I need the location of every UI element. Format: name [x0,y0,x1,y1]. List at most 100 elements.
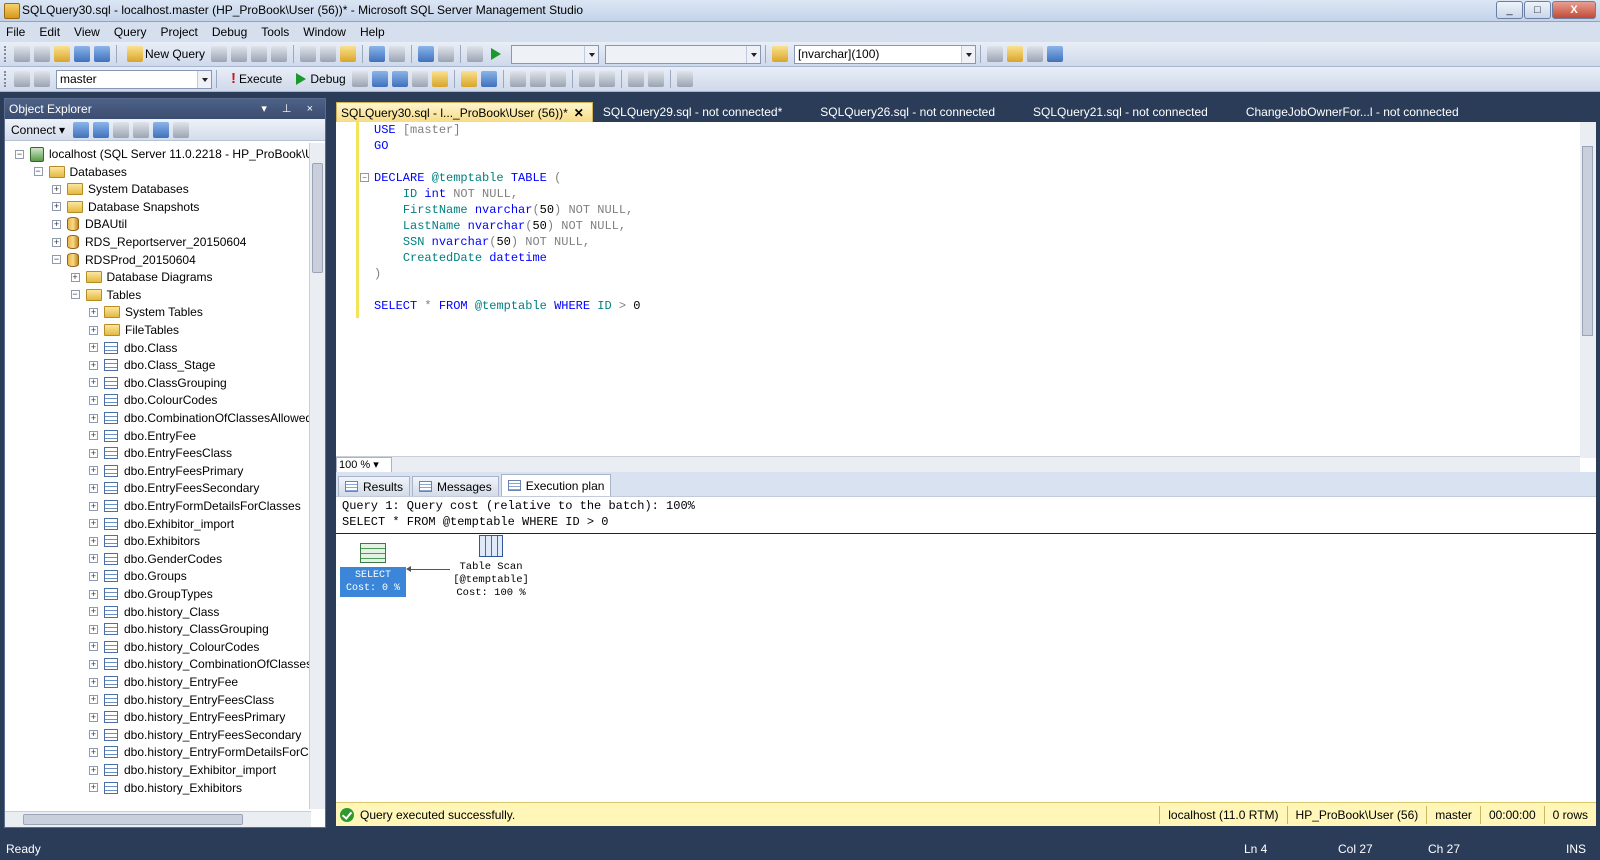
include-actual-plan-icon[interactable] [460,71,477,87]
expand-icon[interactable]: + [89,536,98,546]
expand-icon[interactable]: + [89,554,98,564]
sql-editor[interactable]: − USE [master] GO DECLARE @temptable TAB… [336,122,1596,473]
query-designer-icon[interactable] [411,71,428,87]
expand-icon[interactable]: + [89,431,98,441]
collapse-icon[interactable]: − [52,255,61,265]
debug-button[interactable]: Debug [290,71,346,87]
tree-node[interactable]: + dbo.Exhibitors [89,532,200,550]
connect-dropdown[interactable]: Connect ▾ [11,123,65,137]
panel-pin-close-buttons[interactable]: ▾ ⊥ × [261,102,319,115]
tree-node[interactable]: − RDSProd_20150604 [52,251,196,269]
tree-node[interactable]: + System Databases [52,180,189,198]
expand-icon[interactable]: + [70,272,80,282]
comment-out-icon[interactable] [578,71,595,87]
expand-icon[interactable]: + [89,448,98,458]
tree-node[interactable]: + dbo.EntryFee [89,427,196,445]
menu-debug[interactable]: Debug [212,25,247,39]
increase-indent-icon[interactable] [647,71,664,87]
copy-icon[interactable] [320,46,337,62]
minimize-button[interactable]: _ [1496,1,1523,19]
tab-results[interactable]: Results [338,476,411,496]
toolbar-grip[interactable] [4,71,8,87]
menu-view[interactable]: View [74,25,100,39]
save-all-icon[interactable] [94,46,110,62]
menu-window[interactable]: Window [303,25,346,39]
analysis-query-icon[interactable] [231,46,248,62]
expand-icon[interactable]: + [89,483,98,493]
activity-monitor-icon[interactable] [467,46,484,62]
expand-icon[interactable]: + [52,237,61,247]
zoom-combo[interactable]: 100 % ▾ [336,457,392,473]
editor-horizontal-scrollbar[interactable]: 100 % ▾ [336,456,1580,473]
tab-changejobowner[interactable]: ChangeJobOwnerFor...l - not connected [1242,102,1467,122]
expand-icon[interactable]: + [52,202,61,212]
stop-icon[interactable] [113,121,130,138]
template-explorer-icon[interactable] [1027,46,1044,62]
tree-node[interactable]: + dbo.Class [89,339,177,357]
available-databases-combo[interactable]: master [56,69,212,89]
tree-node[interactable]: + RDS_Reportserver_20150604 [52,233,246,251]
expand-icon[interactable]: + [89,413,98,423]
tab-sqlquery26[interactable]: SQLQuery26.sql - not connected [816,102,1003,122]
expand-icon[interactable]: + [89,607,98,617]
tab-execution-plan[interactable]: Execution plan [500,474,612,496]
add-item-icon[interactable] [34,46,50,62]
tab-sqlquery29[interactable]: SQLQuery29.sql - not connected* [599,102,790,122]
tree-node[interactable]: + dbo.history_EntryFeesSecondary [89,726,301,744]
collapse-icon[interactable]: − [15,149,24,159]
collapse-icon[interactable]: − [70,290,80,300]
tree-node[interactable]: − Databases [33,163,127,181]
expand-icon[interactable]: + [52,184,61,194]
expand-icon[interactable]: + [89,325,98,335]
find-combo[interactable]: [nvarchar](100) [794,44,977,64]
tree-node[interactable]: + dbo.history_EntryFee [89,673,238,691]
tree-node[interactable]: + dbo.history_EntryFeesPrimary [89,708,285,726]
tree-node[interactable]: + dbo.ClassGrouping [89,374,227,392]
decrease-indent-icon[interactable] [627,71,644,87]
tree-node[interactable]: + dbo.history_Class [89,603,219,621]
expand-icon[interactable]: + [52,219,61,229]
navigate-backward-icon[interactable] [418,46,435,62]
expand-icon[interactable]: + [89,589,98,599]
close-tab-icon[interactable]: ✕ [574,106,584,120]
menu-project[interactable]: Project [161,25,198,39]
tree-node[interactable]: + dbo.EntryFeesSecondary [89,479,259,497]
tree-node[interactable]: + System Tables [89,303,203,321]
tree-node[interactable]: + dbo.Class_Stage [89,356,215,374]
open-file-icon[interactable] [54,46,70,62]
tree-node[interactable]: − localhost (SQL Server 11.0.2218 - HP_Pr… [15,145,311,163]
expand-icon[interactable]: + [89,624,98,634]
expand-icon[interactable]: + [89,783,98,793]
collapse-region-icon[interactable]: − [360,173,369,182]
save-icon[interactable] [74,46,90,62]
tree-node[interactable]: + dbo.history_EntryFormDetailsForCl [89,743,311,761]
new-project-icon[interactable] [14,46,30,62]
tree-node[interactable]: + dbo.EntryFeesClass [89,444,232,462]
database-engine-query-icon[interactable] [211,46,228,62]
collapse-icon[interactable]: − [33,167,43,177]
expand-icon[interactable]: + [89,395,98,405]
disconnect-icon[interactable] [93,121,110,138]
connect-icon[interactable] [14,71,30,87]
tree-node[interactable]: + dbo.EntryFormDetailsForClasses [89,497,301,515]
expand-icon[interactable]: + [89,677,98,687]
display-estimated-plan-icon[interactable] [391,71,408,87]
dmx-query-icon[interactable] [251,46,268,62]
expand-icon[interactable]: + [89,307,98,317]
expand-icon[interactable]: + [89,360,98,370]
expand-icon[interactable]: + [89,712,98,722]
connect-server-icon[interactable] [73,121,90,138]
tree-node[interactable]: + Database Diagrams [70,268,213,286]
vertical-scrollbar[interactable] [309,143,325,809]
find-in-files-icon[interactable] [772,46,789,62]
tree-node[interactable]: + dbo.history_Exhibitor_import [89,761,276,779]
client-statistics-icon[interactable] [480,71,497,87]
specify-values-icon[interactable] [431,71,448,87]
tab-sqlquery30[interactable]: SQLQuery30.sql - l..._ProBook\User (56))… [336,102,593,122]
uncomment-icon[interactable] [598,71,615,87]
results-to-text-icon[interactable] [509,71,526,87]
expand-icon[interactable]: + [89,765,98,775]
expand-icon[interactable]: + [89,747,98,757]
undo-icon[interactable] [369,46,386,62]
tree-node[interactable]: + dbo.Groups [89,567,187,585]
